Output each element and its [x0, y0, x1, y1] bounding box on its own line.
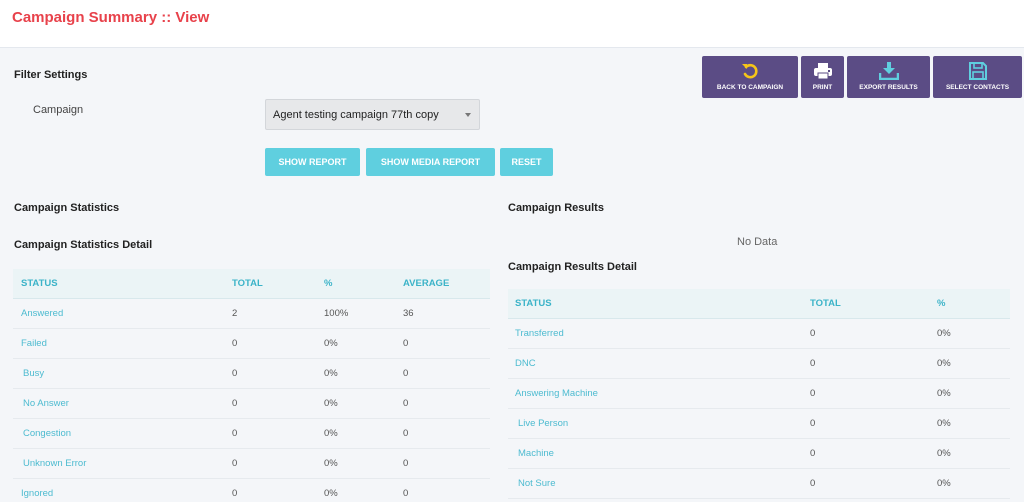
average-cell: 0 [395, 478, 490, 502]
campaign-results-table: STATUS TOTAL % Transferred 0 0% DNC 0 0%… [508, 289, 1010, 499]
table-row: Not Sure 0 0% [508, 468, 1010, 499]
status-link[interactable]: Live Person [508, 408, 803, 439]
column-header-average: AVERAGE [395, 269, 490, 299]
table-header-row: STATUS TOTAL % [508, 289, 1010, 319]
table-row: DNC 0 0% [508, 348, 1010, 379]
campaign-label: Campaign [33, 104, 84, 116]
table-row: Machine 0 0% [508, 438, 1010, 469]
percent-cell: 0% [930, 468, 1010, 499]
total-cell: 0 [803, 348, 930, 379]
average-cell: 0 [395, 358, 490, 389]
campaign-select-value: Agent testing campaign 77th copy [273, 109, 439, 121]
column-header-status: STATUS [508, 289, 803, 319]
percent-cell: 0% [316, 448, 395, 479]
column-header-percent: % [930, 289, 1010, 319]
status-link[interactable]: Failed [13, 328, 224, 359]
average-cell: 0 [395, 448, 490, 479]
top-bar: Campaign Summary :: View [0, 0, 1024, 48]
average-cell: 36 [395, 298, 490, 329]
column-header-total: TOTAL [803, 289, 930, 319]
table-row: Busy 0 0% 0 [13, 358, 490, 389]
no-data-text: No Data [737, 236, 778, 248]
status-link[interactable]: Not Sure [508, 468, 803, 499]
percent-cell: 100% [316, 298, 395, 329]
total-cell: 0 [224, 328, 316, 359]
download-icon [847, 62, 930, 80]
printer-icon [801, 62, 844, 80]
percent-cell: 0% [930, 348, 1010, 379]
status-link[interactable]: Answering Machine [508, 378, 803, 409]
total-cell: 0 [803, 318, 930, 349]
filter-settings-heading: Filter Settings [14, 69, 88, 81]
column-header-status: STATUS [13, 269, 224, 299]
status-link[interactable]: Answered [13, 298, 224, 329]
table-row: Live Person 0 0% [508, 408, 1010, 439]
reset-button[interactable]: RESET [500, 148, 553, 176]
percent-cell: 0% [930, 318, 1010, 349]
average-cell: 0 [395, 328, 490, 359]
status-link[interactable]: Transferred [508, 318, 803, 349]
print-label: PRINT [812, 84, 833, 91]
caret-down-icon [465, 113, 471, 117]
select-contacts-button[interactable]: SELECT CONTACTS [933, 56, 1022, 98]
status-link[interactable]: Congestion [13, 418, 224, 449]
total-cell: 0 [224, 418, 316, 449]
export-results-button[interactable]: EXPORT RESULTS [847, 56, 930, 98]
status-link[interactable]: Machine [508, 438, 803, 469]
select-contacts-label: SELECT CONTACTS [945, 84, 1010, 91]
table-row: Failed 0 0% 0 [13, 328, 490, 359]
table-row: Congestion 0 0% 0 [13, 418, 490, 449]
total-cell: 0 [224, 358, 316, 389]
back-to-campaign-label: BACK TO CAMPAIGN [716, 84, 784, 91]
total-cell: 0 [803, 438, 930, 469]
main-content: Filter Settings Campaign Agent testing c… [0, 48, 1024, 502]
undo-arrow-icon [702, 62, 798, 80]
campaign-results-detail-heading: Campaign Results Detail [508, 261, 637, 273]
percent-cell: 0% [316, 388, 395, 419]
percent-cell: 0% [930, 408, 1010, 439]
status-link[interactable]: Unknown Error [13, 448, 224, 479]
total-cell: 0 [224, 448, 316, 479]
show-media-report-button[interactable]: SHOW MEDIA REPORT [366, 148, 495, 176]
average-cell: 0 [395, 388, 490, 419]
column-header-total: TOTAL [224, 269, 316, 299]
table-row: Answered 2 100% 36 [13, 298, 490, 329]
status-link[interactable]: Ignored [13, 478, 224, 502]
status-link[interactable]: DNC [508, 348, 803, 379]
show-report-button[interactable]: SHOW REPORT [265, 148, 360, 176]
total-cell: 0 [803, 468, 930, 499]
page-title: Campaign Summary :: View [12, 9, 210, 26]
percent-cell: 0% [316, 418, 395, 449]
table-row: Answering Machine 0 0% [508, 378, 1010, 409]
floppy-disk-icon [933, 62, 1022, 80]
table-row: No Answer 0 0% 0 [13, 388, 490, 419]
export-results-label: EXPORT RESULTS [859, 84, 918, 91]
table-row: Unknown Error 0 0% 0 [13, 448, 490, 479]
campaign-statistics-detail-heading: Campaign Statistics Detail [14, 239, 153, 251]
total-cell: 0 [224, 388, 316, 419]
status-link[interactable]: Busy [13, 358, 224, 389]
table-row: Ignored 0 0% 0 [13, 478, 490, 502]
back-to-campaign-button[interactable]: BACK TO CAMPAIGN [702, 56, 798, 98]
status-link[interactable]: No Answer [13, 388, 224, 419]
column-header-percent: % [316, 269, 395, 299]
total-cell: 0 [224, 478, 316, 502]
percent-cell: 0% [930, 378, 1010, 409]
table-row: Transferred 0 0% [508, 318, 1010, 349]
campaign-select[interactable]: Agent testing campaign 77th copy [265, 99, 480, 130]
table-header-row: STATUS TOTAL % AVERAGE [13, 269, 490, 299]
campaign-statistics-table: STATUS TOTAL % AVERAGE Answered 2 100% 3… [13, 269, 490, 502]
percent-cell: 0% [930, 438, 1010, 469]
total-cell: 0 [803, 378, 930, 409]
total-cell: 0 [803, 408, 930, 439]
campaign-results-heading: Campaign Results [508, 202, 604, 214]
percent-cell: 0% [316, 358, 395, 389]
print-button[interactable]: PRINT [801, 56, 844, 98]
percent-cell: 0% [316, 478, 395, 502]
average-cell: 0 [395, 418, 490, 449]
total-cell: 2 [224, 298, 316, 329]
percent-cell: 0% [316, 328, 395, 359]
campaign-statistics-heading: Campaign Statistics [14, 202, 120, 214]
